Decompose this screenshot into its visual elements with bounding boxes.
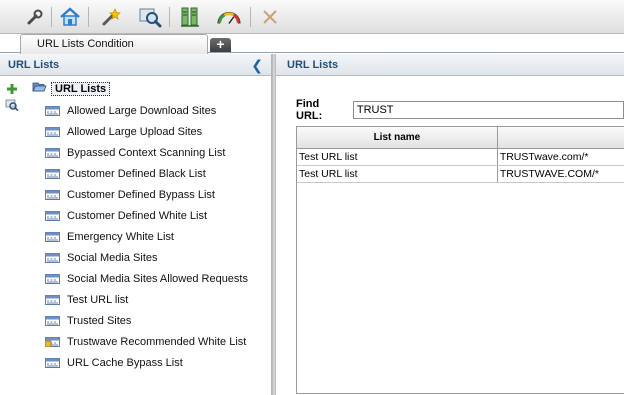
list-icon: [45, 147, 60, 158]
tree-item-label: Test URL list: [67, 293, 129, 306]
open-folder-icon: [32, 81, 47, 96]
tree-item[interactable]: Allowed Large Download Sites: [45, 100, 248, 121]
side-toolbar: [3, 82, 23, 114]
tree-item[interactable]: Customer Defined Bypass List: [45, 184, 248, 205]
search-zoom-icon[interactable]: [137, 4, 163, 30]
left-panel-header: URL Lists ❮: [0, 54, 271, 76]
tab-url-lists-condition[interactable]: URL Lists Condition: [20, 34, 208, 54]
dashboard-gauge-icon[interactable]: [216, 4, 242, 30]
tree-item-label: Trusted Sites: [67, 314, 132, 327]
table-header: List name: [297, 127, 624, 149]
table-row[interactable]: Test URL list TRUSTWAVE.COM/*: [297, 166, 624, 183]
tree-item-label: Customer Defined Bypass List: [67, 188, 215, 201]
cell-list-name: Test URL list: [297, 149, 498, 165]
wrench-icon[interactable]: [22, 4, 48, 30]
tree-item-label: Customer Defined Black List: [67, 167, 206, 180]
tree-root[interactable]: URL Lists: [32, 81, 111, 96]
tools-disabled-icon: [257, 4, 283, 30]
add-tab-button[interactable]: +: [210, 37, 231, 52]
column-header-list-name[interactable]: List name: [297, 127, 498, 148]
tree-item[interactable]: Customer Defined White List: [45, 205, 248, 226]
tree-item[interactable]: Allowed Large Upload Sites: [45, 121, 248, 142]
url-list-tree: Allowed Large Download Sites Allowed Larg…: [44, 100, 248, 373]
tree-item[interactable]: Test URL list: [45, 289, 248, 310]
list-icon: [45, 294, 60, 305]
list-icon: [45, 357, 60, 368]
left-panel: URL Lists ❮ URL Lists Allowed Large Down…: [0, 54, 272, 395]
tree-item-label: Allowed Large Upload Sites: [67, 125, 203, 138]
toolbar-separator: [169, 7, 170, 27]
list-icon: [45, 315, 60, 326]
right-panel-header: URL Lists: [276, 54, 624, 76]
toolbar-separator: [88, 7, 89, 27]
tree-item-label: Allowed Large Download Sites: [67, 104, 217, 117]
tree-item[interactable]: URL Cache Bypass List: [45, 352, 248, 373]
find-url-label: Find URL:: [296, 98, 323, 122]
toolbar-separator: [51, 7, 52, 27]
find-url-row: Find URL:: [296, 98, 624, 122]
column-header-url[interactable]: [498, 127, 624, 148]
tree-item-label: Customer Defined White List: [67, 209, 207, 222]
list-icon: [45, 168, 60, 179]
home-icon[interactable]: [57, 4, 83, 30]
tree-item-label: URL Cache Bypass List: [67, 356, 183, 369]
servers-icon[interactable]: [177, 4, 203, 30]
list-icon: [45, 273, 60, 284]
list-icon: [45, 210, 60, 221]
tree-item[interactable]: Social Media Sites Allowed Requests: [45, 268, 248, 289]
main-toolbar: [0, 0, 624, 34]
tree-item[interactable]: Trustwave Recommended White List: [44, 331, 248, 352]
tree-item[interactable]: Bypassed Context Scanning List: [45, 142, 248, 163]
tree-item-label: Bypassed Context Scanning List: [67, 146, 226, 159]
magic-wand-icon[interactable]: [98, 4, 124, 30]
tree-item-label: Social Media Sites: [67, 251, 158, 264]
search-list-icon[interactable]: [3, 98, 21, 112]
tree-root-label: URL Lists: [51, 81, 111, 96]
tree-item[interactable]: Social Media Sites: [45, 247, 248, 268]
right-panel-title: URL Lists: [287, 59, 339, 71]
tab-label: URL Lists Condition: [37, 38, 134, 50]
results-table: List name Test URL list TRUSTwave.com/* Te…: [296, 126, 624, 394]
tree-item-label: Social Media Sites Allowed Requests: [67, 272, 248, 285]
locked-list-icon: [44, 336, 60, 347]
list-icon: [45, 231, 60, 242]
right-panel: URL Lists Find URL: List name Test URL l…: [276, 54, 624, 395]
table-row[interactable]: Test URL list TRUSTwave.com/*: [297, 149, 624, 166]
list-icon: [45, 252, 60, 263]
cell-url: TRUSTWAVE.COM/*: [499, 168, 599, 180]
tree-item[interactable]: Trusted Sites: [45, 310, 248, 331]
add-icon[interactable]: [3, 82, 21, 96]
cell-list-name: Test URL list: [297, 166, 498, 182]
tree-item[interactable]: Emergency White List: [45, 226, 248, 247]
tree-item-label: Trustwave Recommended White List: [67, 335, 247, 348]
tree-item[interactable]: Customer Defined Black List: [45, 163, 248, 184]
tree-item-label: Emergency White List: [67, 230, 174, 243]
toolbar-separator: [250, 7, 251, 27]
find-url-input[interactable]: [352, 101, 624, 119]
list-icon: [45, 189, 60, 200]
tab-strip: URL Lists Condition +: [0, 34, 624, 54]
collapse-panel-icon[interactable]: ❮: [251, 57, 263, 74]
list-icon: [45, 105, 60, 116]
cell-url: TRUSTwave.com/*: [499, 151, 589, 163]
list-icon: [45, 126, 60, 137]
table-body: Test URL list TRUSTwave.com/* Test URL lis…: [297, 149, 624, 393]
left-panel-title: URL Lists: [8, 59, 60, 71]
